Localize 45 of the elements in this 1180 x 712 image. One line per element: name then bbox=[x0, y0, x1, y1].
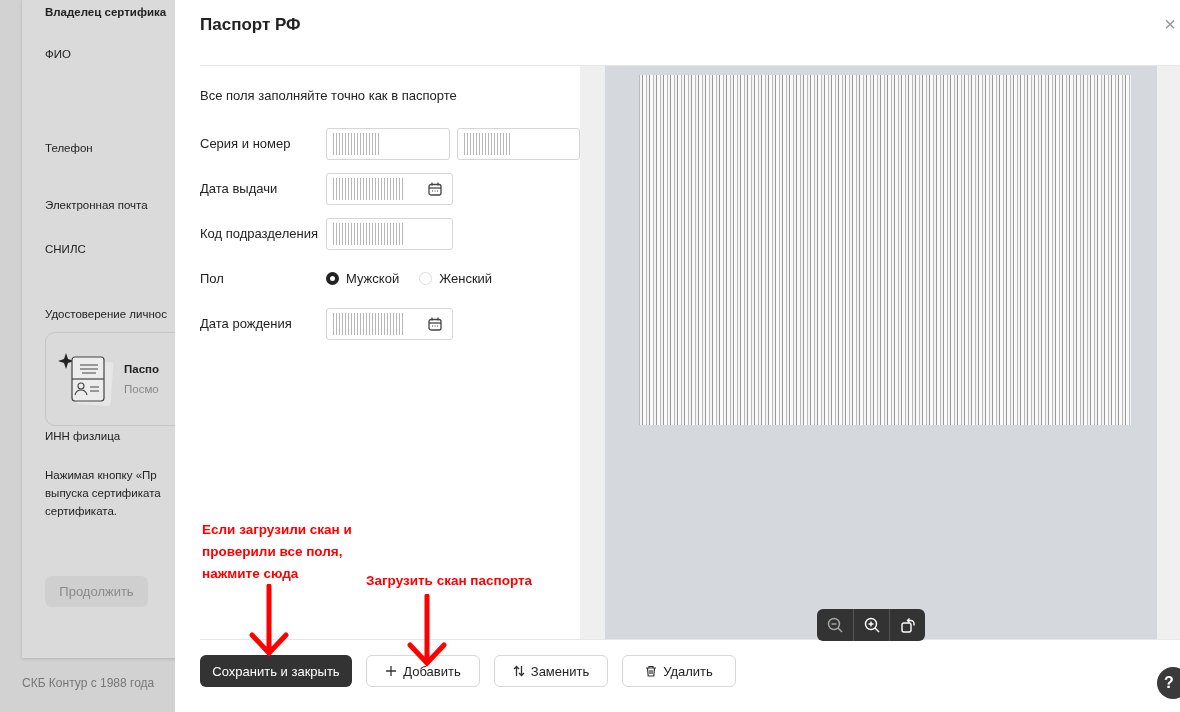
redacted-value bbox=[333, 222, 405, 245]
annotation-text: Загрузить скан паспорта bbox=[366, 572, 534, 590]
swap-arrows-icon bbox=[512, 665, 525, 677]
radio-label[interactable]: Женский bbox=[439, 271, 493, 286]
plus-icon bbox=[385, 665, 398, 677]
field-label: Телефон bbox=[45, 142, 94, 154]
calendar-icon bbox=[428, 316, 442, 331]
field-label: Пол bbox=[200, 271, 225, 286]
document-title: Паспо bbox=[124, 363, 160, 375]
input-field[interactable] bbox=[326, 307, 453, 340]
redacted-value bbox=[333, 132, 379, 155]
field-label: Электронная почта bbox=[45, 199, 149, 211]
annotation-text: Если загрузили скан и проверили все поля, нажмите сюда bbox=[202, 521, 353, 583]
input-field[interactable] bbox=[326, 172, 453, 205]
field-label: Серия и номер bbox=[200, 136, 292, 151]
field-label: СНИЛС bbox=[45, 243, 87, 255]
add-button[interactable]: Добавить bbox=[366, 655, 480, 687]
radio-label[interactable]: Мужской bbox=[346, 271, 400, 286]
input-field[interactable] bbox=[326, 127, 450, 160]
delete-button[interactable]: Удалить bbox=[622, 655, 736, 687]
footer-text: СКБ Контур с 1988 года bbox=[22, 676, 156, 690]
document-subtitle: Посмо bbox=[124, 383, 160, 395]
section-heading: Владелец сертифика bbox=[45, 6, 168, 18]
consent-text: Нажимая кнопку «Пр выпуска сертификата сертификата. bbox=[45, 468, 162, 519]
save-close-button[interactable]: Сохранить и закрыть bbox=[200, 655, 352, 687]
input-field[interactable] bbox=[456, 127, 580, 160]
trash-icon bbox=[645, 665, 658, 677]
field-label: Дата выдачи bbox=[200, 181, 279, 196]
field-label: Дата рождения bbox=[200, 316, 293, 331]
hint-text: Все поля заполняйте точно как в паспорте bbox=[200, 88, 458, 103]
field-label: Удостоверение личнос bbox=[45, 308, 168, 320]
zoom-out-icon[interactable] bbox=[827, 617, 843, 633]
dialog-title: Паспорт РФ bbox=[200, 14, 301, 35]
replace-button[interactable]: Заменить bbox=[494, 655, 608, 687]
field-label: ФИО bbox=[45, 48, 72, 60]
zoom-in-icon[interactable] bbox=[863, 617, 880, 633]
input-field[interactable] bbox=[326, 217, 453, 250]
redacted-value bbox=[463, 132, 510, 155]
redacted-value bbox=[333, 312, 405, 335]
radio-button[interactable] bbox=[326, 272, 339, 285]
calendar-icon bbox=[428, 181, 442, 196]
field-label: Код подразделения bbox=[200, 226, 319, 241]
field-label: ИНН физлица bbox=[45, 430, 122, 442]
rotate-icon[interactable] bbox=[899, 617, 916, 633]
redacted-value bbox=[333, 177, 405, 200]
